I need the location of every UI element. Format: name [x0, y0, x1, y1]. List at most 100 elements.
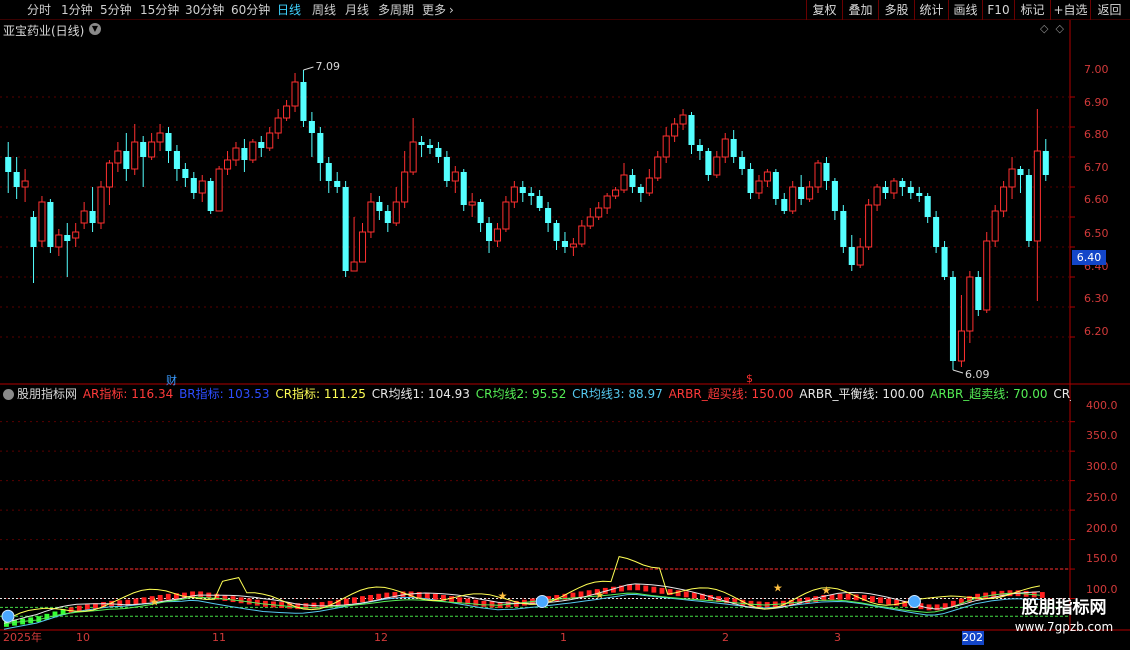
candle-body [502, 201, 510, 230]
indicator-series: ★ ★ ★ ★ ★ [1, 556, 1045, 630]
band-bar [651, 586, 657, 593]
candle-body [536, 196, 543, 208]
candle-body [105, 162, 113, 188]
price-tick: 6.80 [1084, 128, 1109, 141]
diamond-icon[interactable]: ◇ ◇ [1040, 22, 1064, 35]
band-bar [141, 597, 147, 604]
price-tick: 6.50 [1084, 227, 1109, 240]
band-bar [360, 596, 365, 603]
band-bar [675, 590, 681, 597]
candle-body [274, 117, 282, 134]
candle-body [241, 148, 248, 160]
candle-body [578, 225, 586, 245]
legend-cr-ma2: CR均线2: 95.52 [475, 387, 567, 401]
candle-body [291, 81, 299, 107]
candle-body [358, 231, 367, 263]
indicator-tick: 250.0 [1086, 491, 1118, 504]
candle-body [814, 162, 822, 188]
signal-ball-icon [907, 594, 921, 608]
candle-body [89, 211, 96, 223]
candle-body [789, 186, 797, 212]
candle-body [317, 133, 324, 163]
band-bar [368, 594, 374, 601]
candle-body [418, 142, 425, 145]
indicator-tick: 150.0 [1086, 552, 1118, 565]
indicator-source[interactable]: 股朋指标网 [17, 387, 77, 401]
candle-body [207, 181, 214, 211]
candle-body [856, 246, 864, 266]
candle-body [409, 141, 417, 173]
band-bar [165, 593, 171, 600]
band-bar [886, 598, 891, 605]
candle-body [215, 168, 223, 212]
candle-body [772, 172, 779, 199]
candle-body [182, 169, 189, 178]
band-bar [691, 592, 697, 599]
candle-body [528, 193, 535, 196]
indicator-tick: 100.0 [1086, 583, 1118, 596]
candle-body [350, 261, 358, 272]
legend-pressure-band: CR_压力带A: [1053, 387, 1071, 401]
band-bar [230, 596, 236, 603]
date-tick: 2025年 [3, 631, 42, 644]
date-cursor-badge: 202 [962, 631, 984, 645]
band-bar [869, 596, 875, 603]
stock-title[interactable]: 亚宝药业(日线) [3, 22, 84, 39]
candle-body [300, 82, 307, 121]
price-tick: 7.00 [1084, 63, 1109, 76]
candle-body [933, 217, 940, 247]
band-bar [635, 584, 641, 591]
signal-star-icon: ★ [150, 596, 160, 609]
candle-body [629, 175, 636, 187]
band-bar [198, 591, 204, 598]
signal-star-icon: ★ [773, 581, 783, 594]
legend-br: BR指标: 103.53 [179, 387, 270, 401]
chevron-down-icon[interactable]: ▼ [89, 23, 101, 35]
candle-body [198, 180, 206, 194]
candle-body [325, 163, 332, 181]
indicator-tick: 300.0 [1086, 460, 1118, 473]
candle-body [30, 217, 37, 247]
candle-body [1025, 175, 1032, 241]
low-pointer [952, 369, 964, 374]
band-bar [934, 604, 940, 611]
candle-body [510, 186, 518, 203]
signal-ball-icon [535, 594, 549, 608]
candle-body [654, 156, 662, 179]
candle-body [781, 199, 788, 211]
candle-body [308, 121, 315, 133]
indicator-tick: 200.0 [1086, 522, 1118, 535]
band-bar [926, 604, 932, 611]
candle-body [486, 223, 493, 241]
candle-body [899, 181, 906, 187]
legend-overbought: ARBR_超买线: 150.00 [668, 387, 794, 401]
date-tick: 1 [560, 631, 567, 644]
cr-line [3, 556, 1040, 622]
candle-body [64, 235, 71, 241]
candle-body [21, 180, 29, 188]
candle-body [595, 207, 603, 218]
candle-body [831, 181, 838, 211]
candle-body [165, 133, 172, 151]
event-marker[interactable]: $ [746, 372, 753, 385]
candle-body [72, 231, 80, 239]
band-bar [659, 587, 665, 594]
candle-body [426, 145, 434, 148]
candle-body [493, 228, 502, 242]
price-tick: 6.30 [1084, 292, 1109, 305]
candle-body [97, 186, 105, 224]
price-tick: 6.90 [1084, 96, 1109, 109]
candle-body [477, 202, 484, 223]
candle-body [148, 141, 156, 158]
candle-body [823, 163, 830, 181]
candle-body [991, 210, 999, 242]
legend-cr-ma3: CR均线3: 88.97 [572, 387, 663, 401]
candle-body [798, 187, 805, 199]
candle-body [620, 174, 628, 191]
candle-body [671, 123, 679, 137]
candle-body [38, 201, 46, 242]
candle-body [637, 187, 644, 193]
stock-chart[interactable]: 7.09 6.09 ★ ★ ★ ★ ★ [0, 0, 1130, 650]
candle-body [916, 193, 923, 196]
candle-body [941, 247, 948, 277]
